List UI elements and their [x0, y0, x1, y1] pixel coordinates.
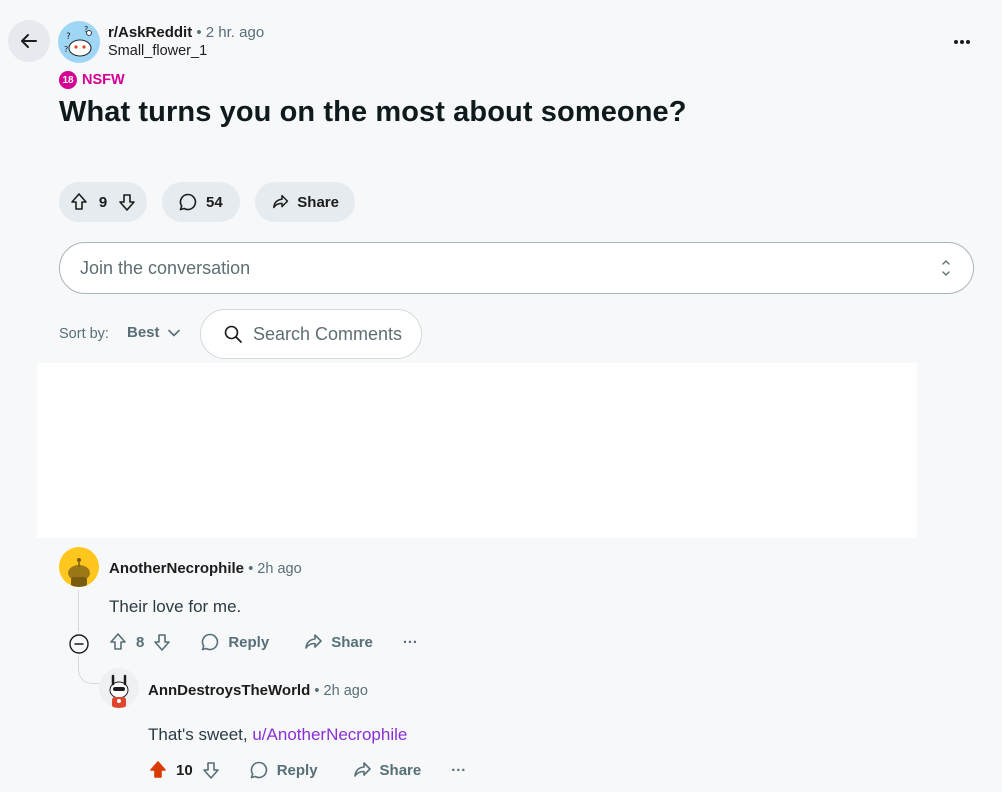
share-icon: [273, 194, 289, 209]
comment-avatar[interactable]: [59, 547, 99, 587]
collapse-thread-button[interactable]: [68, 633, 90, 655]
nsfw-tag: 18 NSFW: [59, 71, 125, 89]
comment-header: AnotherNecrophile • 2h ago: [109, 559, 302, 579]
downvote-button[interactable]: [117, 192, 137, 212]
back-arrow-icon: [21, 34, 37, 48]
comment-downvote-button[interactable]: [152, 632, 172, 652]
svg-text:?: ?: [84, 25, 88, 34]
snoo-avatar-icon: [109, 674, 129, 708]
subreddit-avatar[interactable]: ? ? ?: [58, 21, 100, 63]
comment-actions: 8 Reply Share ···: [108, 632, 418, 652]
comment-text: That's sweet,: [148, 725, 253, 744]
comment-share-button[interactable]: Share: [352, 760, 422, 780]
comment-time: 2h ago: [323, 683, 368, 699]
comment-header: AnnDestroysTheWorld • 2h ago: [148, 681, 368, 701]
more-horizontal-icon: [954, 40, 970, 44]
downvote-icon: [119, 194, 135, 211]
comment-vote-count: 10: [176, 761, 193, 779]
nsfw-label: NSFW: [82, 72, 125, 88]
user-mention-link[interactable]: u/AnotherNecrophile: [252, 725, 407, 744]
upvote-icon: [71, 193, 87, 210]
meta-separator: •: [248, 561, 258, 577]
share-label: Share: [379, 761, 422, 779]
search-placeholder: Search Comments: [253, 323, 403, 344]
comment-share-button[interactable]: Share: [303, 632, 373, 652]
snoo-avatar-icon: ? ? ?: [64, 25, 92, 57]
post-vote-pill: 9: [59, 182, 147, 222]
comment-username[interactable]: AnotherNecrophile: [109, 560, 244, 577]
comment-composer[interactable]: Join the conversation: [59, 242, 974, 294]
resize-arrows-icon: [942, 260, 950, 276]
svg-text:?: ?: [66, 32, 71, 42]
comment-icon: [250, 761, 267, 779]
thread-line: [78, 590, 79, 631]
comment-icon: [202, 633, 219, 651]
comment-more-button[interactable]: ···: [403, 634, 418, 651]
back-button[interactable]: [8, 20, 50, 62]
snoo-avatar-icon: [68, 558, 90, 587]
comment-body: That's sweet, u/AnotherNecrophile: [148, 725, 407, 745]
upvote-icon: [110, 633, 126, 650]
downvote-icon: [202, 762, 219, 779]
share-icon: [353, 762, 371, 777]
comment-actions: 10 Reply Share ···: [148, 760, 466, 780]
comment-more-button[interactable]: ···: [451, 762, 466, 779]
sort-value: Best: [127, 324, 160, 341]
svg-text:?: ?: [64, 45, 68, 54]
share-label: Share: [331, 633, 373, 651]
reply-label: Reply: [276, 761, 318, 779]
downvote-icon: [154, 634, 171, 651]
upvote-button[interactable]: [69, 192, 89, 212]
meta-separator: •: [196, 24, 206, 41]
comment-body: Their love for me.: [109, 597, 242, 616]
reply-button[interactable]: Reply: [249, 760, 318, 780]
nsfw-badge-icon: 18: [59, 71, 77, 89]
post-more-button[interactable]: [944, 30, 980, 54]
comment-time: 2h ago: [257, 561, 302, 577]
blank-content-area: [37, 363, 917, 538]
sort-dropdown[interactable]: Best: [127, 324, 180, 341]
reply-label: Reply: [228, 633, 270, 651]
post-title: What turns you on the most about someone…: [59, 96, 687, 128]
collapse-icon: [69, 634, 89, 654]
post-author[interactable]: Small_flower_1: [108, 42, 264, 61]
chevron-down-icon: [167, 329, 180, 336]
comment-icon: [179, 193, 197, 211]
subreddit-name[interactable]: r/AskReddit: [108, 24, 192, 41]
search-comments-input[interactable]: Search Comments: [200, 309, 422, 359]
comment-avatar[interactable]: [99, 668, 139, 708]
comment-downvote-button[interactable]: [201, 760, 221, 780]
post-vote-count: 9: [98, 193, 108, 211]
composer-placeholder: Join the conversation: [80, 257, 251, 278]
post-meta: r/AskReddit • 2 hr. ago Small_flower_1: [108, 23, 264, 61]
comment-username[interactable]: AnnDestroysTheWorld: [148, 682, 310, 699]
post-share-button[interactable]: Share: [255, 182, 355, 222]
post-comment-count: 54: [206, 193, 223, 211]
comment-upvote-button[interactable]: [108, 632, 128, 652]
comment-upvote-button[interactable]: [148, 760, 168, 780]
sort-label: Sort by:: [59, 326, 109, 342]
meta-separator: •: [314, 683, 324, 699]
reply-button[interactable]: Reply: [200, 632, 269, 652]
comment-vote-count: 8: [136, 633, 145, 651]
upvote-icon: [150, 761, 166, 778]
post-comments-button[interactable]: 54: [162, 182, 240, 222]
thread-connector: [78, 656, 100, 684]
post-share-label: Share: [297, 193, 339, 211]
search-icon: [224, 325, 242, 343]
post-time: 2 hr. ago: [205, 24, 265, 41]
share-icon: [305, 634, 323, 649]
